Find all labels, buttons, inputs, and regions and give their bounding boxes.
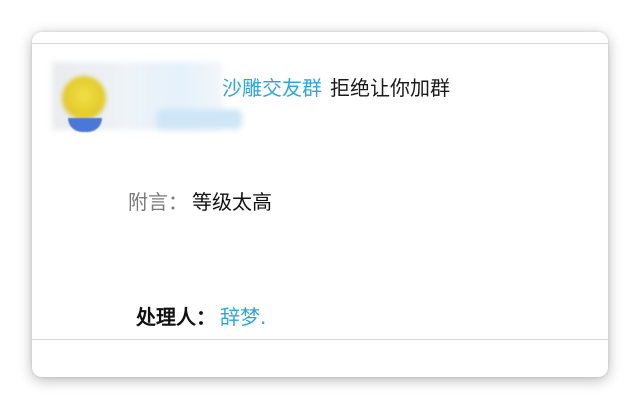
note-label: 附言： bbox=[128, 190, 188, 214]
redacted-group-prefix bbox=[156, 109, 242, 129]
group-name-link[interactable]: 沙雕交友群 bbox=[222, 76, 322, 100]
note-value: 等级太高 bbox=[192, 190, 272, 214]
group-avatar[interactable] bbox=[62, 76, 106, 120]
top-divider bbox=[32, 43, 608, 44]
handler-row: 处理人： 辞梦. bbox=[136, 302, 266, 332]
blurred-avatar-area bbox=[52, 62, 242, 132]
note-row: 附言： 等级太高 bbox=[128, 187, 272, 217]
bottom-divider bbox=[32, 339, 608, 340]
notification-title: 沙雕交友群 拒绝让你加群 bbox=[222, 73, 450, 103]
notification-card: 沙雕交友群 拒绝让你加群 附言： 等级太高 处理人： 辞梦. bbox=[32, 32, 608, 377]
handler-label: 处理人： bbox=[136, 305, 216, 329]
action-text: 拒绝让你加群 bbox=[330, 76, 450, 100]
handler-name-link[interactable]: 辞梦. bbox=[220, 305, 266, 329]
